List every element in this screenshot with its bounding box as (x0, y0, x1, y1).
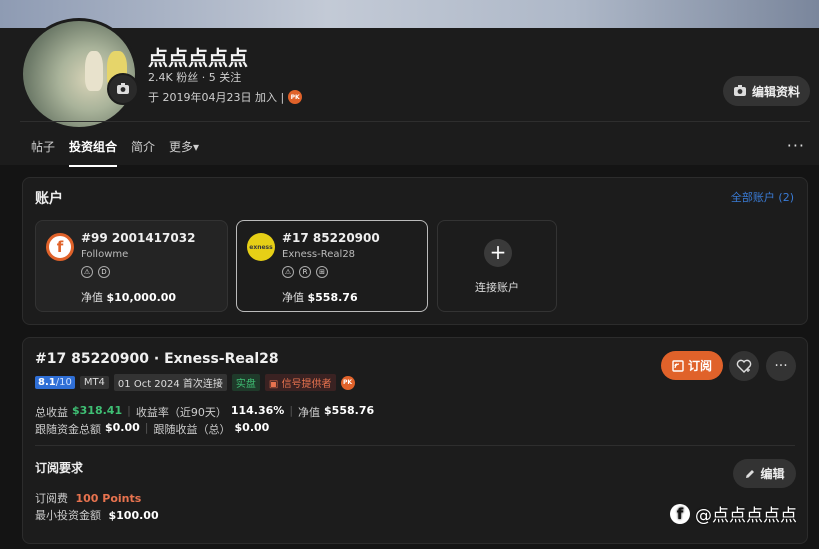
account-number: #17 85220900 (282, 231, 380, 245)
avatar-figure (85, 51, 103, 91)
first-connect-badge: 01 Oct 2024 首次连接 (113, 374, 227, 391)
platform-badge: MT4 (79, 376, 109, 389)
net-value: $10,000.00 (106, 291, 177, 304)
fee-value: 100 Points (75, 492, 142, 505)
subscription-fee: 订阅费 100 Points (35, 490, 141, 506)
score-value: 8.1 (38, 377, 56, 388)
follow-profit-label: 跟随收益（总） (153, 423, 231, 436)
subscribe-icon (672, 359, 684, 372)
warning-icon: ⚠ (81, 266, 93, 278)
total-profit-value: $318.41 (72, 404, 123, 417)
score-badge: 8.1/10 (35, 376, 75, 389)
detail-title: #17 85220900 · Exness-Real28 (35, 351, 279, 367)
join-date: 于 2019年04月23日 加入 | PK (148, 89, 303, 105)
change-avatar-camera-icon[interactable] (107, 73, 139, 105)
detail-badges: 8.1/10 MT4 01 Oct 2024 首次连接 实盘 ▣ 信号提供者 P… (35, 374, 355, 391)
account-card-exness[interactable]: exness #17 85220900 Exness-Real28 ⚠ R ⊞ … (236, 220, 428, 312)
signal-icon: ⊞ (316, 266, 328, 278)
detail-stats-row: 总收益 $318.41 | 收益率（近90天） 114.36% | 净值 $55… (35, 404, 374, 420)
min-investment-value: $100.00 (108, 509, 159, 522)
net-value: $558.76 (324, 404, 375, 417)
profile-name: 点点点点点 (148, 46, 248, 70)
watermark-text: @点点点点点 (695, 506, 797, 526)
accounts-card: 账户 全部账户 (2) f #99 2001417032 Followme ⚠ … (22, 177, 808, 325)
follower-stats[interactable]: 2.4K 粉丝 · 5 关注 (148, 69, 241, 85)
follow-total-value: $0.00 (105, 421, 140, 434)
total-profit-label: 总收益 (35, 406, 68, 419)
edit-button[interactable]: 编辑 (733, 459, 796, 488)
live-badge: 实盘 (231, 374, 260, 391)
tab-more[interactable]: 更多▾ (169, 138, 199, 167)
signal-provider-badge: ▣ 信号提供者 (264, 374, 336, 391)
more-options-icon[interactable]: ··· (787, 136, 805, 155)
separator: | (289, 404, 294, 417)
detail-divider (35, 445, 795, 446)
follow-profit-value: $0.00 (234, 421, 270, 434)
net-label: 净值 (298, 406, 321, 419)
accounts-title: 账户 (35, 191, 63, 207)
profile-banner (0, 0, 819, 28)
account-tags: ⚠ R ⊞ (282, 266, 328, 278)
follow-stats-row: 跟随资金总额 $0.00 | 跟随收益（总） $0.00 (35, 421, 269, 437)
edit-label: 编辑 (760, 467, 785, 481)
tab-posts[interactable]: 帖子 (31, 138, 55, 167)
watermark: f @点点点点点 (670, 501, 797, 526)
more-options-icon[interactable]: ··· (766, 351, 796, 381)
profile-header: 点点点点点 2.4K 粉丝 · 5 关注 于 2019年04月23日 加入 | … (0, 18, 819, 167)
return-label: 收益率（近90天） (135, 406, 227, 419)
connect-account-button[interactable]: + 连接账户 (437, 220, 557, 312)
facebook-icon: f (670, 503, 690, 524)
account-number: #99 2001417032 (81, 231, 196, 245)
camera-icon (733, 85, 746, 96)
all-accounts-link[interactable]: 全部账户 (2) (731, 189, 794, 205)
follow-total-label: 跟随资金总额 (35, 423, 101, 436)
account-card-followme[interactable]: f #99 2001417032 Followme ⚠ D 净值 $10,000… (35, 220, 228, 312)
subscribe-button[interactable]: 订阅 (661, 351, 723, 380)
net-label: 净值 (81, 291, 103, 304)
connect-account-label: 连接账户 (475, 281, 519, 294)
pencil-icon (746, 469, 755, 478)
header-divider (20, 121, 810, 122)
min-investment-label: 最小投资金额 (35, 509, 101, 522)
pk-badge-icon: PK (288, 90, 303, 104)
account-net-value: 净值 $10,000.00 (81, 289, 176, 305)
real-icon: R (299, 266, 311, 278)
account-net-value: 净值 $558.76 (282, 289, 358, 305)
net-label: 净值 (282, 291, 304, 304)
warning-icon: ⚠ (282, 266, 294, 278)
tab-portfolio[interactable]: 投资组合 (69, 138, 118, 167)
demo-icon: D (98, 266, 110, 278)
exness-logo-icon: exness (247, 233, 275, 261)
return-value: 114.36% (230, 404, 285, 417)
followme-logo-icon: f (46, 233, 74, 261)
profile-tabs: 帖子 投资组合 简介 更多▾ (31, 138, 199, 167)
subscribe-label: 订阅 (687, 359, 712, 373)
account-broker: Exness-Real28 (282, 249, 356, 260)
favorite-heart-icon[interactable] (729, 351, 759, 381)
score-max: /10 (55, 377, 72, 388)
account-broker: Followme (81, 249, 129, 260)
plus-icon: + (484, 239, 512, 267)
join-date-text: 于 2019年04月23日 加入 | (148, 91, 285, 104)
separator: | (127, 404, 131, 417)
separator: | (144, 421, 149, 434)
min-investment: 最小投资金额 $100.00 (35, 507, 159, 523)
edit-profile-button[interactable]: 编辑资料 (722, 76, 810, 106)
net-value: $558.76 (307, 291, 358, 304)
pk-badge-icon: PK (340, 375, 355, 390)
fee-label: 订阅费 (35, 492, 68, 505)
account-tags: ⚠ D (81, 266, 110, 278)
subscription-requirements-title: 订阅要求 (35, 461, 84, 475)
tab-intro[interactable]: 简介 (131, 138, 155, 167)
edit-profile-label: 编辑资料 (751, 84, 800, 99)
signal-provider-label: 信号提供者 (281, 379, 332, 390)
